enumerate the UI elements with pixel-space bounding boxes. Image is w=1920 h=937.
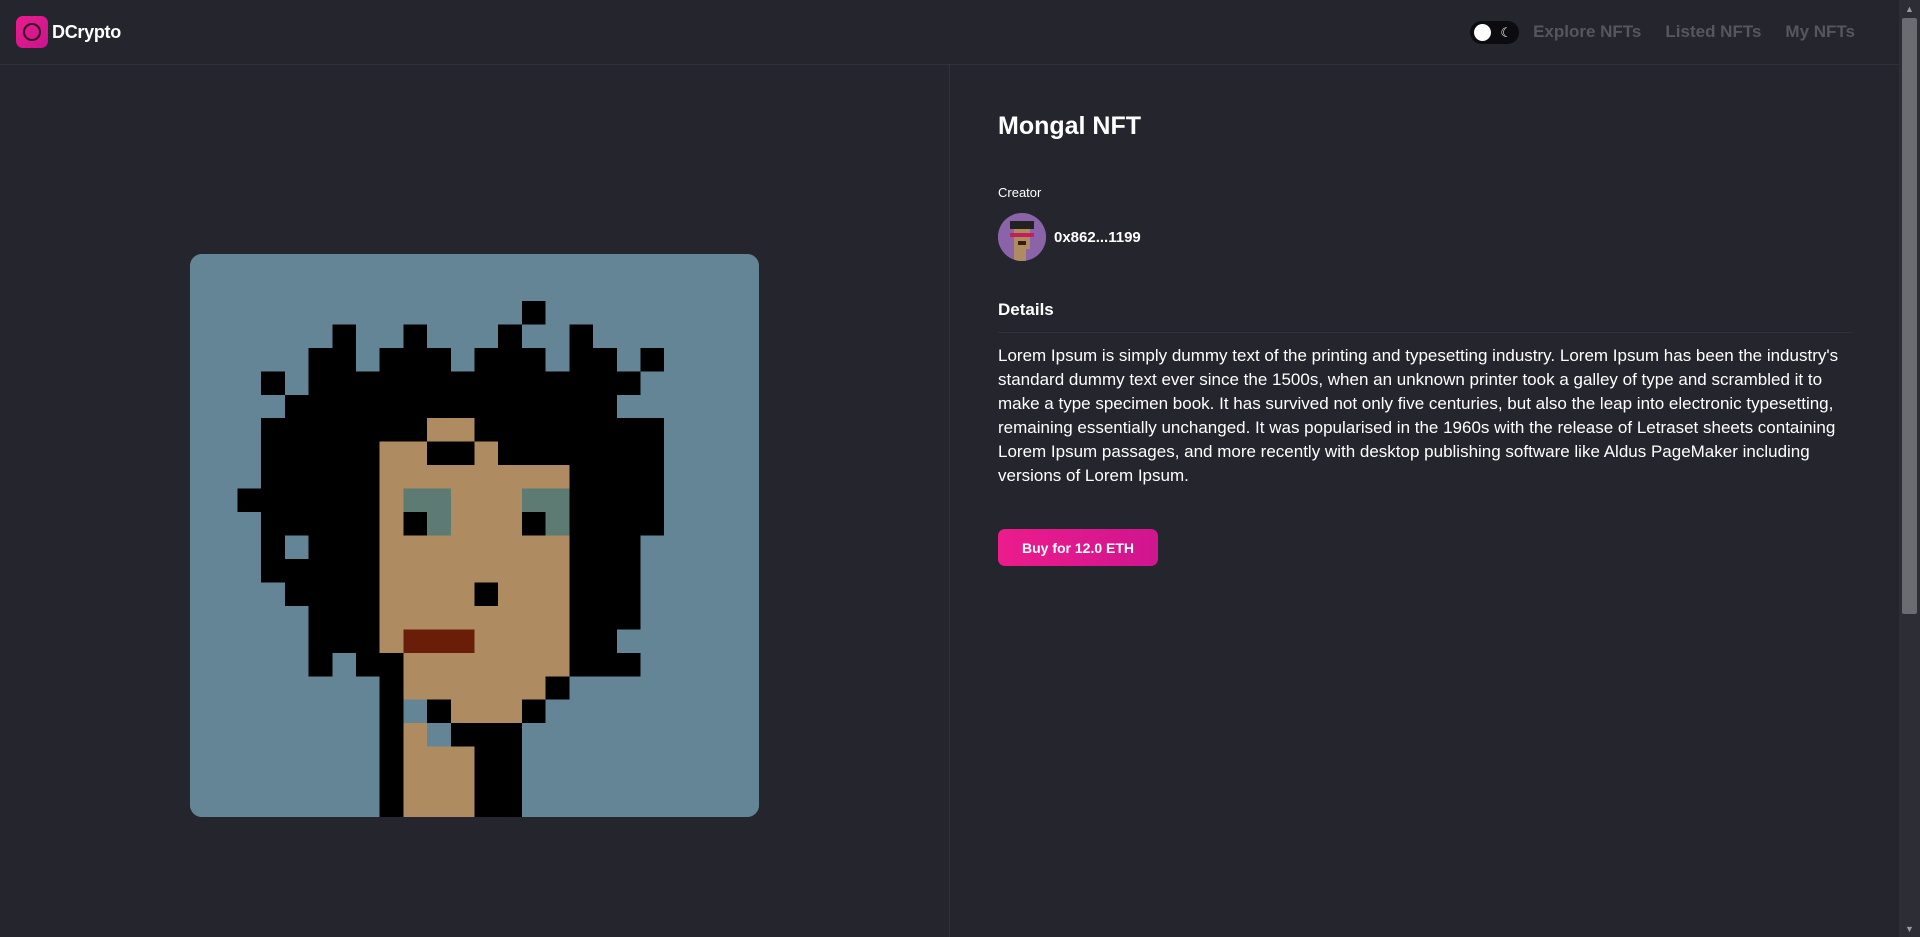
scroll-thumb[interactable] [1902, 18, 1917, 614]
nft-description: Lorem Ipsum is simply dummy text of the … [998, 346, 1839, 485]
moon-icon: ☾ [1500, 24, 1513, 40]
details-heading: Details [998, 300, 1853, 333]
creator-address: 0x862...1199 [1054, 228, 1141, 246]
toggle-knob [1474, 23, 1492, 41]
creator-label: Creator [998, 185, 1042, 200]
brand-link[interactable]: DCrypto [16, 16, 121, 48]
nav-explore-nfts[interactable]: Explore NFTs [1533, 22, 1641, 42]
scroll-down-icon[interactable]: ▼ [1899, 920, 1920, 937]
nav-listed-nfts[interactable]: Listed NFTs [1665, 22, 1761, 42]
nft-title: Mongal NFT [998, 112, 1142, 140]
brand-name: DCrypto [52, 21, 121, 42]
scroll-up-icon[interactable]: ▲ [1899, 0, 1920, 17]
creator-info[interactable]: 0x862...1199 [998, 213, 1141, 261]
nav-my-nfts[interactable]: My NFTs [1785, 22, 1855, 42]
nft-image [190, 254, 759, 817]
main-nav: ☾ Explore NFTs Listed NFTs My NFTs [1470, 0, 1855, 64]
top-header: DCrypto ☾ Explore NFTs Listed NFTs My NF… [0, 0, 1899, 65]
ring-logo-icon [16, 16, 48, 48]
buy-button[interactable]: Buy for 12.0 ETH [998, 529, 1159, 566]
nft-detail-page: DCrypto ☾ Explore NFTs Listed NFTs My NF… [0, 0, 1920, 937]
page-scrollbar[interactable]: ▲ ▼ [1899, 0, 1920, 937]
creator-avatar [998, 213, 1046, 261]
column-divider [949, 65, 950, 937]
theme-toggle[interactable]: ☾ [1470, 20, 1520, 44]
